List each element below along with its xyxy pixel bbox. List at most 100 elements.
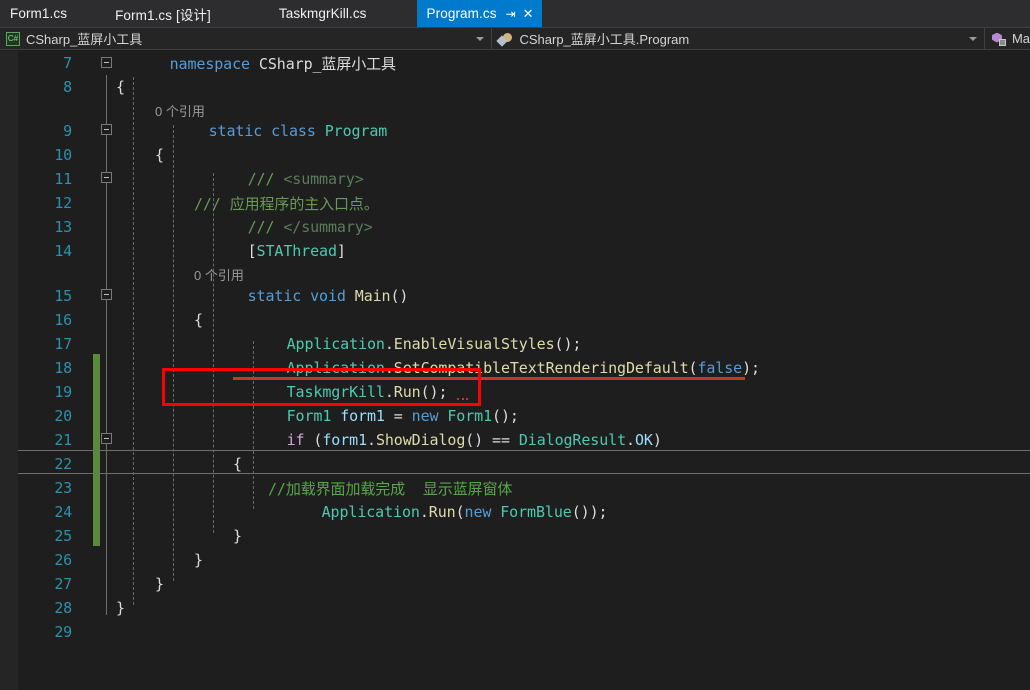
code-line[interactable]: 27 } <box>0 572 1030 596</box>
code-token: static class <box>208 122 325 140</box>
code-token: ()); <box>571 503 608 521</box>
code-token: ShowDialog <box>375 431 466 449</box>
line-number: 12 <box>54 194 72 212</box>
line-number: 20 <box>54 407 72 425</box>
code-line[interactable]: 8 { <box>0 75 1030 99</box>
code-line[interactable]: 24 Application.Run(new FormBlue()); <box>0 500 1030 524</box>
code-token: Main <box>354 287 391 305</box>
close-icon[interactable]: ✕ <box>523 7 534 20</box>
code-line[interactable]: 15 static void Main() <box>0 284 1030 308</box>
code-editor[interactable]: 7 namespace CSharp_蓝屏小工具 8 { 0 个引用 9 sta… <box>0 51 1030 690</box>
code-token: Program <box>324 122 388 140</box>
code-token: Run <box>428 503 456 521</box>
class-icon <box>498 32 513 46</box>
line-number: 11 <box>54 170 72 188</box>
code-token: if <box>286 431 305 449</box>
pin-tab-icon[interactable]: ⇥ <box>506 8 516 20</box>
line-number: 7 <box>63 54 72 72</box>
code-token: { <box>194 311 203 329</box>
code-token: Application <box>321 503 420 521</box>
editor-tab-bar: Form1.cs Form1.cs [设计] TaskmgrKill.cs Pr… <box>0 0 1030 27</box>
code-line[interactable]: 13 /// </summary> <box>0 215 1030 239</box>
code-token: } <box>233 527 242 545</box>
tab-form1-cs-designer[interactable]: Form1.cs [设计] <box>105 0 223 27</box>
type-name: CSharp_蓝屏小工具.Program <box>519 32 690 47</box>
type-dropdown[interactable]: CSharp_蓝屏小工具.Program <box>492 28 985 49</box>
project-name: CSharp_蓝屏小工具 <box>26 32 143 47</box>
code-token: } <box>155 575 164 593</box>
code-line[interactable]: 21 if (form1.ShowDialog() == DialogResul… <box>0 428 1030 452</box>
member-dropdown[interactable]: Ma <box>985 28 1030 49</box>
tab-taskmgrkill-cs[interactable]: TaskmgrKill.cs <box>269 0 379 27</box>
code-token: ( <box>304 431 323 449</box>
code-token: OK <box>634 431 653 449</box>
tab-program-cs[interactable]: Program.cs ⇥ ✕ <box>416 0 542 27</box>
quick-action-suggestion-icon[interactable] <box>457 397 468 400</box>
code-line[interactable]: 28 } <box>0 596 1030 620</box>
code-line[interactable]: 7 namespace CSharp_蓝屏小工具 <box>0 51 1030 75</box>
codelens-row[interactable]: 0 个引用 <box>0 263 1030 285</box>
line-number: 17 <box>54 335 72 353</box>
line-number: 24 <box>54 503 72 521</box>
code-line[interactable]: 26 } <box>0 548 1030 572</box>
line-number: 23 <box>54 479 72 497</box>
tab-label: TaskmgrKill.cs <box>278 6 367 21</box>
line-number: 22 <box>54 455 72 473</box>
chevron-down-icon[interactable] <box>968 36 977 41</box>
code-token: ); <box>742 359 760 377</box>
code-line[interactable]: 12 /// 应用程序的主入口点。 <box>0 191 1030 215</box>
line-number: 15 <box>54 287 72 305</box>
code-token: } <box>194 551 203 569</box>
tab-label: Form1.cs <box>10 6 68 21</box>
code-token: namespace <box>169 54 250 73</box>
navigation-bar: C# CSharp_蓝屏小工具 CSharp_蓝屏小工具.Program Ma <box>0 27 1030 50</box>
line-number: 13 <box>54 218 72 236</box>
code-token: ( <box>455 503 465 521</box>
code-token: DialogResult <box>518 431 627 449</box>
code-token: { <box>116 78 125 96</box>
code-token: { <box>155 146 164 164</box>
code-token: . <box>626 431 635 449</box>
line-number: 25 <box>54 527 72 545</box>
tab-form1-cs[interactable]: Form1.cs <box>0 0 79 27</box>
line-number: 28 <box>54 599 72 617</box>
code-token: ) <box>652 431 662 449</box>
line-number: 26 <box>54 551 72 569</box>
code-token: static void <box>247 287 355 305</box>
code-token: } <box>116 599 125 617</box>
line-number: 14 <box>54 242 72 260</box>
code-token: . <box>367 431 376 449</box>
csharp-project-icon: C# <box>6 31 20 46</box>
line-number: 10 <box>54 146 72 164</box>
line-number: 8 <box>63 78 72 96</box>
line-number: 29 <box>54 623 72 641</box>
code-token: CSharp_蓝屏小工具 <box>258 54 396 73</box>
code-line[interactable]: 14 [STAThread] <box>0 239 1030 263</box>
code-token: () <box>390 287 409 305</box>
code-line[interactable]: 22 { <box>0 452 1030 476</box>
line-number: 16 <box>54 311 72 329</box>
code-line[interactable]: 9 static class Program <box>0 119 1030 143</box>
line-number: 27 <box>54 575 72 593</box>
tab-label: Program.cs <box>426 6 497 21</box>
code-token: ] <box>336 242 346 260</box>
code-line[interactable]: 29 <box>0 620 1030 644</box>
chevron-down-icon[interactable] <box>476 36 485 41</box>
code-token: FormBlue <box>500 503 572 521</box>
member-name: Ma <box>1011 31 1030 46</box>
code-token: false <box>697 359 743 377</box>
code-line[interactable]: 10 { <box>0 143 1030 167</box>
code-line[interactable]: 11 /// <summary> <box>0 167 1030 191</box>
method-icon <box>991 32 1006 46</box>
code-token: /// <box>247 170 284 188</box>
code-token: . <box>419 503 429 521</box>
line-number: 9 <box>63 122 72 140</box>
code-token: <summary> <box>283 170 364 188</box>
line-number: 21 <box>54 431 72 449</box>
code-line[interactable]: 25 } <box>0 524 1030 548</box>
code-token: new <box>464 503 492 521</box>
code-token: form1 <box>322 431 367 449</box>
project-dropdown[interactable]: C# CSharp_蓝屏小工具 <box>0 28 493 49</box>
code-token: { <box>233 455 242 473</box>
